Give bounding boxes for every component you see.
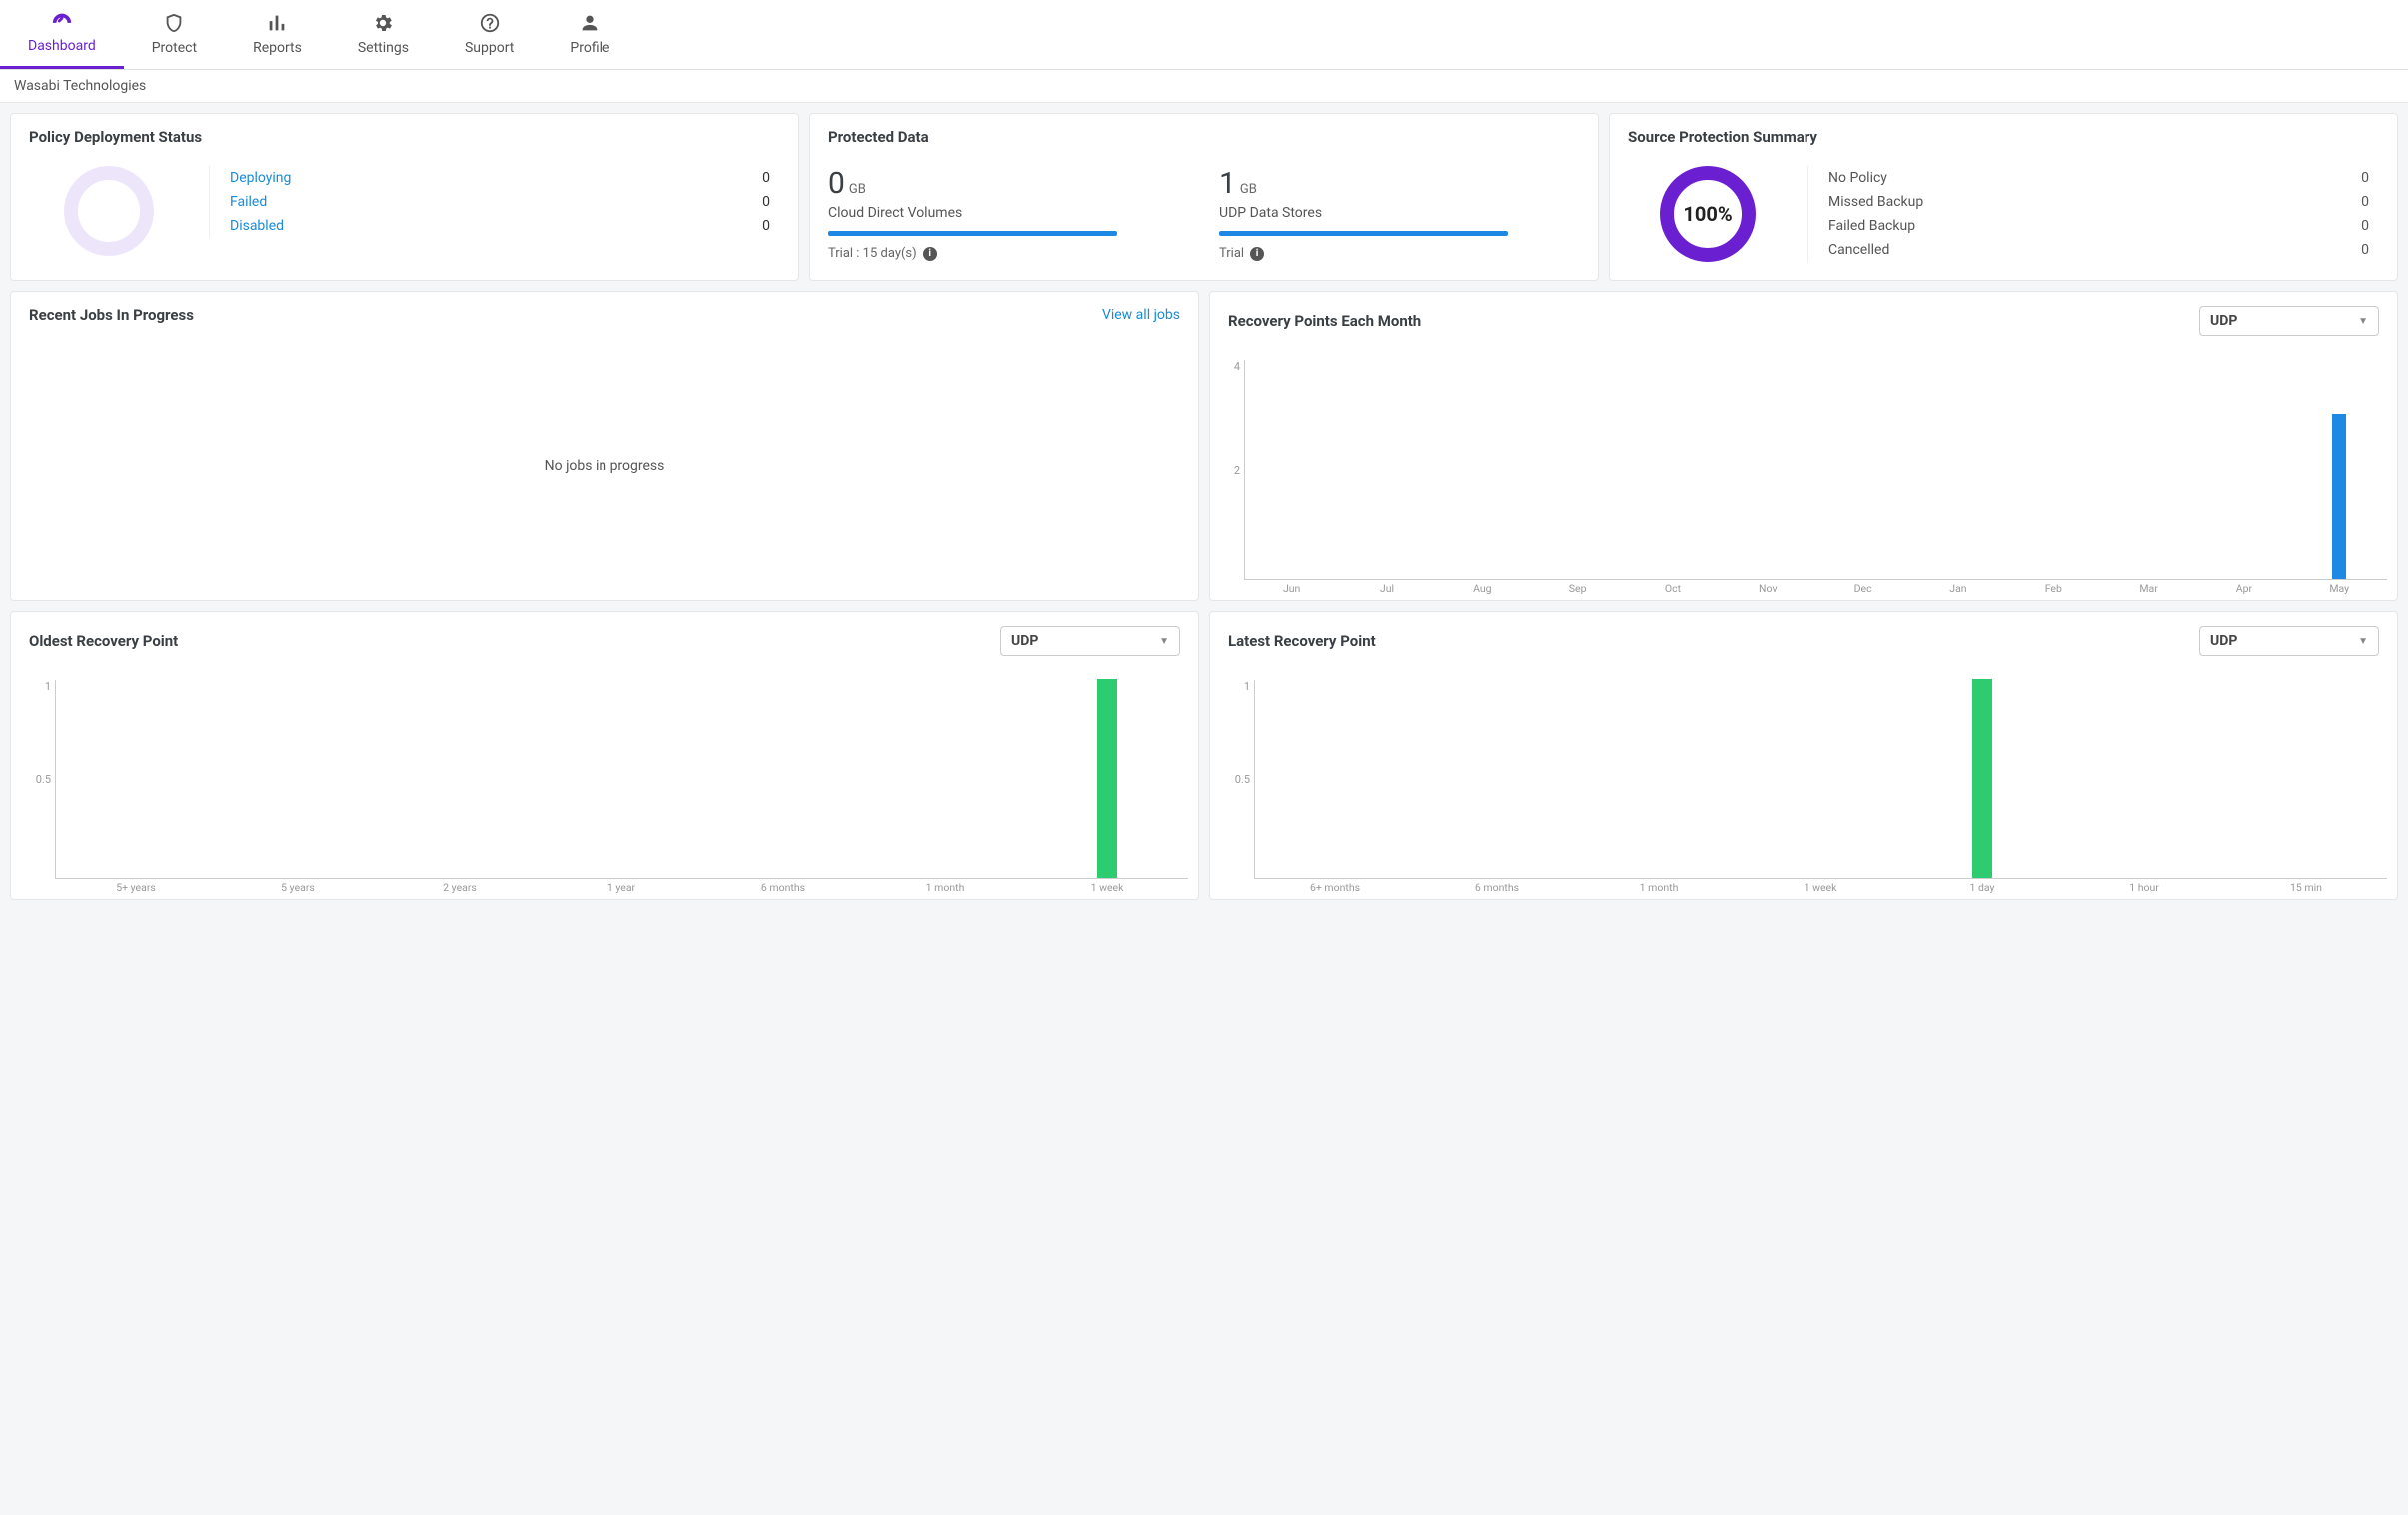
tab-dashboard[interactable]: Dashboard <box>0 0 124 69</box>
udp-value: 1 <box>1219 166 1236 201</box>
card-title: Protected Data <box>810 114 1598 160</box>
tab-profile-label: Profile <box>570 40 609 56</box>
card-source-protection: Source Protection Summary 100% No Policy… <box>1609 113 2398 281</box>
shield-icon <box>163 12 185 34</box>
donut-percent-icon: 100% <box>1660 166 1756 262</box>
tab-support[interactable]: Support <box>437 0 542 69</box>
value-disabled: 0 <box>762 218 780 234</box>
chart-latest-recovery: 10.5 6+ months6 months1 month1 week1 day… <box>1254 680 2387 899</box>
cloud-direct-unit: GB <box>849 182 866 197</box>
dropdown-oldest[interactable]: UDP ▼ <box>1000 626 1180 656</box>
value-no-policy: 0 <box>2361 170 2379 186</box>
card-recovery-points-month: Recovery Points Each Month UDP ▼ 42 JunJ… <box>1209 291 2398 601</box>
card-latest-recovery: Latest Recovery Point UDP ▼ 10.5 6+ mont… <box>1209 611 2398 900</box>
card-title: Latest Recovery Point <box>1228 632 1376 650</box>
card-title: Policy Deployment Status <box>11 114 798 160</box>
tab-profile[interactable]: Profile <box>542 0 637 69</box>
chevron-down-icon: ▼ <box>2358 316 2368 327</box>
link-deploying[interactable]: Deploying <box>230 170 291 186</box>
value-failed: 0 <box>762 194 780 210</box>
dropdown-value: UDP <box>2210 633 2237 649</box>
cloud-direct-value: 0 <box>828 166 845 201</box>
gauge-icon <box>51 10 73 32</box>
chart-recovery-month: 42 JunJulAugSepOctNovDecJanFebMarAprMay <box>1244 360 2387 600</box>
card-policy-deployment: Policy Deployment Status Deploying 0 Fail… <box>10 113 799 281</box>
chevron-down-icon: ▼ <box>1159 636 1169 647</box>
tab-settings[interactable]: Settings <box>330 0 437 69</box>
card-title: Recovery Points Each Month <box>1228 312 1421 330</box>
udp-label: UDP Data Stores <box>1219 205 1580 221</box>
cloud-direct-bar <box>828 231 1117 236</box>
link-disabled[interactable]: Disabled <box>230 218 284 234</box>
dropdown-value: UDP <box>2210 313 2237 329</box>
link-failed[interactable]: Failed <box>230 194 267 210</box>
person-icon <box>579 12 601 34</box>
card-recent-jobs: Recent Jobs In Progress View all jobs No… <box>10 291 1199 601</box>
card-title: Oldest Recovery Point <box>29 632 178 650</box>
tab-support-label: Support <box>465 40 514 56</box>
value-missed: 0 <box>2361 194 2379 210</box>
cloud-direct-label: Cloud Direct Volumes <box>828 205 1189 221</box>
top-nav: Dashboard Protect Reports Settings Suppo… <box>0 0 2408 70</box>
tab-protect[interactable]: Protect <box>124 0 225 69</box>
percent-label: 100% <box>1683 202 1732 226</box>
bar-chart-icon <box>266 12 288 34</box>
tab-protect-label: Protect <box>152 40 197 56</box>
label-missed: Missed Backup <box>1828 194 1923 210</box>
label-no-policy: No Policy <box>1828 170 1887 186</box>
dropdown-recovery-month[interactable]: UDP ▼ <box>2199 306 2379 336</box>
card-protected-data: Protected Data 0GB Cloud Direct Volumes … <box>809 113 1599 281</box>
info-icon[interactable]: i <box>1250 247 1264 261</box>
donut-empty-icon <box>64 166 154 256</box>
info-icon[interactable]: i <box>923 247 937 261</box>
card-oldest-recovery: Oldest Recovery Point UDP ▼ 10.5 5+ year… <box>10 611 1199 900</box>
udp-unit: GB <box>1240 182 1257 197</box>
card-title: Recent Jobs In Progress <box>29 306 194 324</box>
chart-oldest-recovery: 10.5 5+ years5 years2 years1 year6 month… <box>55 680 1188 899</box>
gear-icon <box>372 12 394 34</box>
label-failed-backup: Failed Backup <box>1828 218 1915 234</box>
empty-state: No jobs in progress <box>11 338 1198 594</box>
value-deploying: 0 <box>762 170 780 186</box>
dropdown-value: UDP <box>1011 633 1038 649</box>
dropdown-latest[interactable]: UDP ▼ <box>2199 626 2379 656</box>
help-circle-icon <box>479 12 501 34</box>
value-cancelled: 0 <box>2361 242 2379 258</box>
cloud-direct-trial: Trial : 15 day(s) <box>828 246 917 261</box>
card-title: Source Protection Summary <box>1610 114 2397 160</box>
tab-reports[interactable]: Reports <box>225 0 330 69</box>
udp-bar <box>1219 231 1508 236</box>
tab-settings-label: Settings <box>358 40 409 56</box>
link-view-all-jobs[interactable]: View all jobs <box>1102 307 1180 323</box>
breadcrumb: Wasabi Technologies <box>0 70 2408 103</box>
value-failed-backup: 0 <box>2361 218 2379 234</box>
label-cancelled: Cancelled <box>1828 242 1889 258</box>
chevron-down-icon: ▼ <box>2358 636 2368 647</box>
tab-dashboard-label: Dashboard <box>28 38 96 54</box>
tab-reports-label: Reports <box>253 40 302 56</box>
policy-status-list: Deploying 0 Failed 0 Disabled 0 <box>209 166 780 238</box>
udp-trial: Trial <box>1219 246 1244 261</box>
